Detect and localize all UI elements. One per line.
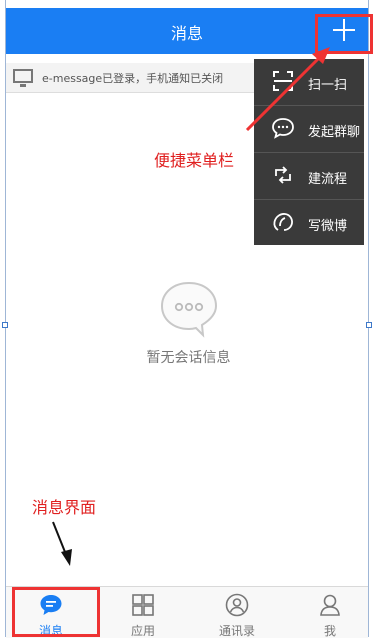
profile-icon [320, 594, 340, 616]
tab-label: 通讯录 [218, 624, 255, 638]
menu-item-label: 发起群聊 [308, 125, 361, 140]
menu-item-label: 扫一扫 [308, 78, 348, 93]
quick-menu: 扫一扫 发起群聊 建流程 写微博 [254, 59, 364, 245]
menu-item-workflow[interactable]: 建流程 [254, 152, 364, 199]
annotation-menu-label: 便捷菜单栏 [154, 151, 235, 170]
header-bar: 消息 [6, 8, 368, 54]
tab-label: 我 [323, 624, 336, 638]
annotation-messages-label: 消息界面 [32, 498, 97, 517]
resize-handle-right[interactable] [366, 322, 372, 328]
menu-item-label: 建流程 [308, 172, 348, 187]
login-notice-text: e-message已登录，手机通知已关闭 [42, 72, 224, 85]
tab-contacts[interactable]: 通讯录 [192, 587, 282, 638]
menu-item-scan[interactable]: 扫一扫 [254, 59, 364, 105]
tab-apps[interactable]: 应用 [98, 587, 188, 638]
apps-grid-icon [132, 594, 154, 616]
scan-icon [273, 71, 293, 91]
workflow-icon [275, 166, 291, 184]
page-title: 消息 [170, 24, 203, 43]
menu-item-weibo[interactable]: 写微博 [254, 199, 364, 246]
empty-state-text: 暂无会话信息 [146, 350, 231, 366]
menu-item-label: 写微博 [308, 219, 348, 234]
highlight-box-messages-tab [12, 587, 100, 637]
login-notice-bar[interactable]: e-message已登录，手机通知已关闭 [6, 63, 254, 93]
highlight-box-add-button [315, 14, 373, 54]
group-chat-icon [272, 118, 294, 139]
contacts-icon [225, 593, 249, 617]
resize-handle-left[interactable] [2, 322, 8, 328]
tab-label: 应用 [130, 624, 155, 638]
weibo-icon [273, 213, 293, 231]
monitor-icon [13, 69, 33, 87]
tab-me[interactable]: 我 [285, 587, 374, 638]
menu-item-group-chat[interactable]: 发起群聊 [254, 105, 364, 152]
chat-bubble-icon [160, 281, 218, 338]
